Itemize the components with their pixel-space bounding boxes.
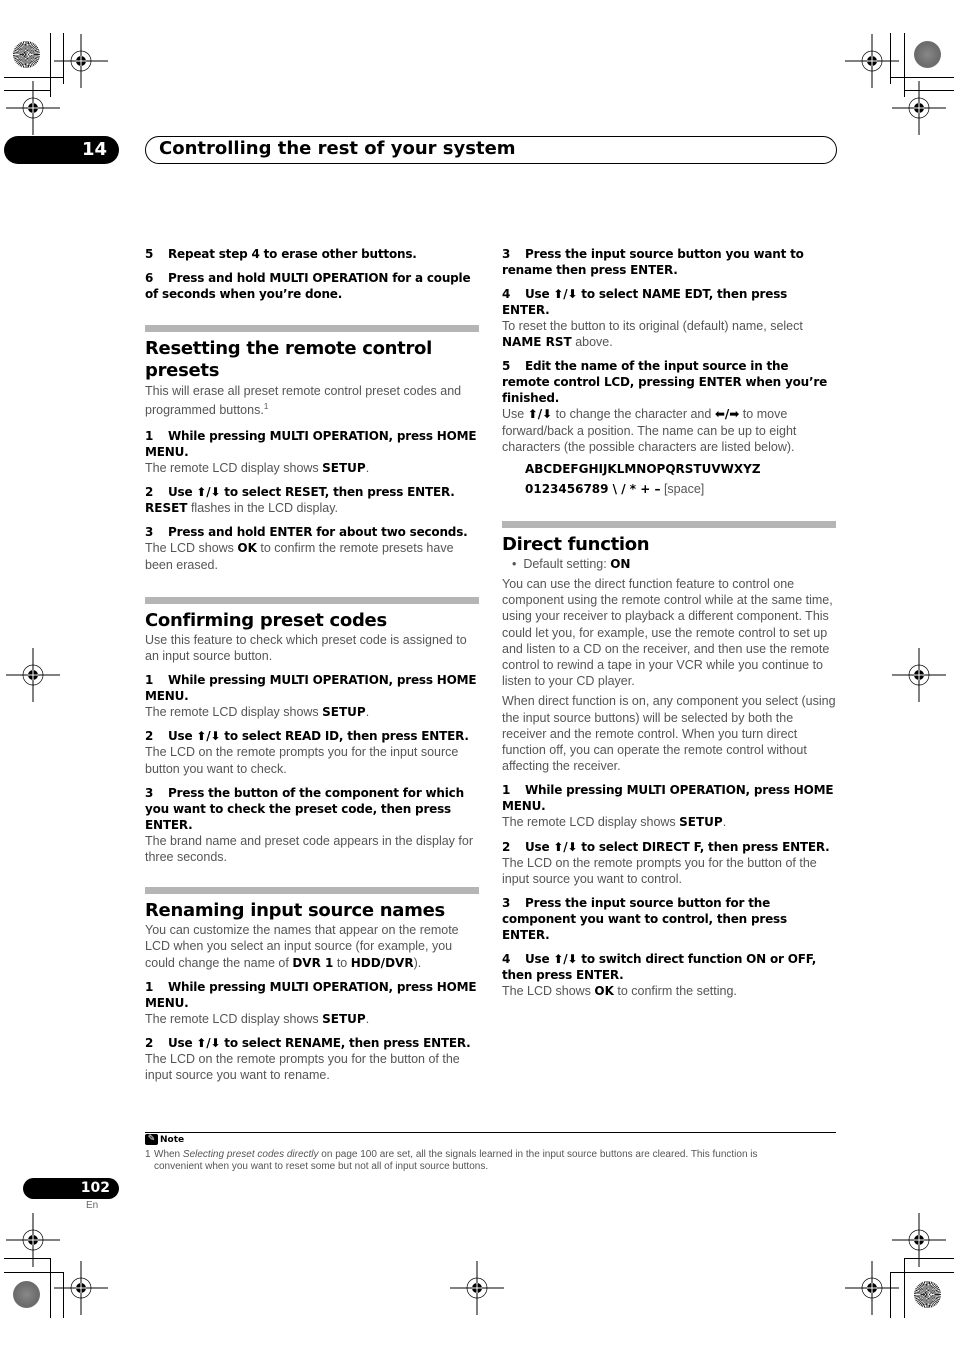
section-title-resetting: Resetting the remote control presets <box>145 338 432 381</box>
chapter-title: Controlling the rest of your system <box>159 138 516 159</box>
up-down-arrow-icon: ⬆/⬇ <box>553 952 578 967</box>
up-down-arrow-icon: ⬆/⬇ <box>196 485 221 500</box>
section-intro: This will erase all preset remote contro… <box>145 384 462 417</box>
section-divider <box>145 887 479 895</box>
step-heading: 2 Use ⬆/⬇ to select RESET, then press ENT… <box>145 485 455 500</box>
up-down-arrow-icon: ⬆/⬇ <box>196 729 221 744</box>
up-down-arrow-icon: ⬆/⬇ <box>553 839 578 854</box>
step-body: The LCD shows OK to confirm the setting. <box>502 984 737 999</box>
page-number-tab: 102 <box>23 1178 119 1199</box>
allowed-characters-symbols: 0123456789 \ / * + – [space] <box>525 482 705 497</box>
step-heading: 3 Press and hold ENTER for about two seco… <box>145 525 468 540</box>
section-divider <box>502 521 836 529</box>
footnote-ref: 1 <box>263 401 269 411</box>
step-body: To reset the button to its original (def… <box>502 319 803 350</box>
step-heading: 4 Use ⬆/⬇ to select NAME EDT, then press … <box>502 287 788 317</box>
step-heading: 3 Press the input source button you want … <box>502 247 804 277</box>
note-divider <box>145 1132 836 1133</box>
up-down-arrow-icon: ⬆/⬇ <box>196 1036 221 1051</box>
crosshair-icon <box>5 80 61 136</box>
crosshair-icon <box>53 1260 109 1316</box>
crosshair-icon <box>844 1260 900 1316</box>
allowed-characters-letters: ABCDEFGHIJKLMNOPQRSTUVWXYZ <box>525 462 761 477</box>
section-title-confirming: Confirming preset codes <box>145 609 387 631</box>
section-title-direct-function: Direct function <box>502 534 650 556</box>
step-body: The remote LCD display shows SETUP. <box>502 815 727 830</box>
note-heading: ✎ Note <box>145 1134 184 1145</box>
crosshair-icon <box>53 33 109 89</box>
step-body: The LCD shows OK to confirm the remote p… <box>145 541 454 572</box>
step-heading: 5 Edit the name of the input source in th… <box>502 359 828 406</box>
section-paragraph: You can use the direct function feature … <box>502 577 833 689</box>
crosshair-icon <box>891 647 947 703</box>
section-title-renaming: Renaming input source names <box>145 900 445 922</box>
step-heading: 6 Press and hold MULTI OPERATION for a co… <box>145 271 471 301</box>
crosshair-icon <box>891 1212 947 1268</box>
step-body: RESET flashes in the LCD display. <box>145 501 339 516</box>
chapter-number-tab: 14 <box>4 136 119 164</box>
step-heading: 2 Use ⬆/⬇ to select READ ID, then press E… <box>145 729 469 744</box>
step-heading: 3 Press the button of the component for w… <box>145 785 464 832</box>
pencil-note-icon: ✎ <box>145 1134 158 1145</box>
step-heading: 2 Use ⬆/⬇ to select RENAME, then press EN… <box>145 1036 471 1051</box>
step-heading: 5 Repeat step 4 to erase other buttons. <box>145 247 417 261</box>
step-body: Use ⬆/⬇ to change the character and ⬅/➡ … <box>502 407 797 454</box>
crosshair-icon <box>844 33 900 89</box>
step-heading: 1 While pressing MULTI OPERATION, press H… <box>502 783 834 814</box>
crosshair-icon <box>449 1260 505 1316</box>
up-down-arrow-icon: ⬆/⬇ <box>553 287 578 301</box>
left-right-arrow-icon: ⬅/➡ <box>714 407 740 422</box>
step-body: The LCD on the remote prompts you for th… <box>502 855 817 886</box>
step-body: The remote LCD display shows SETUP. <box>145 1011 370 1026</box>
step-heading: 3 Press the input source button for the c… <box>502 896 787 943</box>
crosshair-icon <box>5 1212 61 1268</box>
section-intro: You can customize the names that appear … <box>145 923 459 970</box>
step-body: The brand name and preset code appears i… <box>145 833 473 865</box>
right-column: 3 Press the input source button you want … <box>502 246 836 999</box>
left-column: 5 Repeat step 4 to erase other buttons. 6… <box>145 246 479 1083</box>
step-heading: 1 While pressing MULTI OPERATION, press H… <box>145 429 477 459</box>
chapter-title-box: Controlling the rest of your system <box>145 136 837 164</box>
step-body: The LCD on the remote prompts you for th… <box>145 1052 460 1083</box>
page-number: 102 <box>80 1180 110 1196</box>
section-divider <box>145 325 479 332</box>
step-heading: 4 Use ⬆/⬇ to switch direct function ON or… <box>502 952 817 983</box>
section-intro: Use this feature to check which preset c… <box>145 632 467 664</box>
section-divider <box>145 596 479 604</box>
step-heading: 1 While pressing MULTI OPERATION, press H… <box>145 673 477 704</box>
up-down-arrow-icon: ⬆/⬇ <box>527 407 553 422</box>
step-body: The remote LCD display shows SETUP. <box>145 705 370 720</box>
step-body: The remote LCD display shows SETUP. <box>145 461 370 475</box>
chapter-number: 14 <box>81 139 107 160</box>
language-label: En <box>86 1200 99 1211</box>
step-heading: 1 While pressing MULTI OPERATION, press H… <box>145 979 477 1010</box>
crosshair-icon <box>5 647 61 703</box>
section-paragraph: When direct function is on, any componen… <box>502 694 836 774</box>
footnote: 1 When Selecting preset codes directly on… <box>145 1149 758 1172</box>
default-setting: • Default setting: ON <box>512 557 631 572</box>
crosshair-icon <box>891 80 947 136</box>
step-heading: 2 Use ⬆/⬇ to select DIRECT F, then press … <box>502 839 830 854</box>
step-body: The LCD on the remote prompts you for th… <box>145 745 459 776</box>
